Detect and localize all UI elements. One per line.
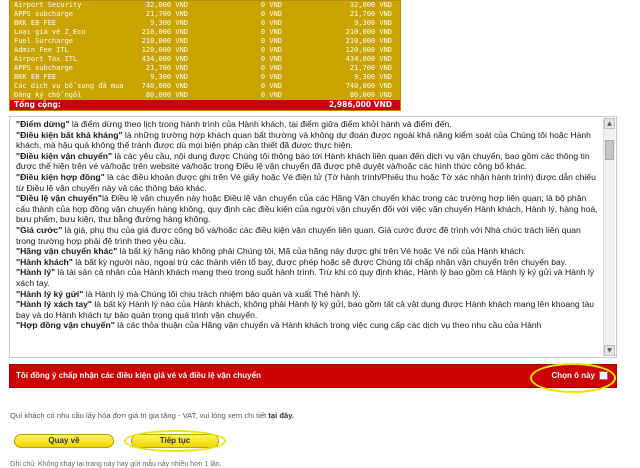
price-row-total: 80,000 VND: [349, 91, 392, 99]
continue-button[interactable]: Tiếp tục: [131, 434, 219, 448]
term-carry-on-baggage: "Hành lý xách tay" là bất kỳ Hành lý nào…: [16, 299, 595, 320]
price-row: BKK E8 FEE 9,300 VND 0 VND 9,300 VND: [10, 73, 400, 82]
price-row-total: 9,300 VND: [354, 73, 392, 81]
price-row-discount: 0 VND: [260, 28, 282, 36]
price-row-name: BKK E8 FEE: [14, 73, 57, 81]
price-row-name: Các dịch vụ bổ sung đã mua: [14, 82, 124, 90]
price-row-discount: 0 VND: [260, 10, 282, 18]
price-row-amount: 21,700 VND: [145, 64, 188, 72]
price-row-name: BKK E8 FEE: [14, 19, 57, 27]
price-row-name: Loại giá vé Z_Eco: [14, 28, 86, 36]
term-conditions-of-carriage: "Điều kiện vận chuyển" là các yêu cầu, n…: [16, 150, 590, 172]
vat-info: Quí khách có nhu cầu lấy hóa đơn giá trị…: [10, 411, 294, 420]
total-value: 2,986,000 VND: [328, 100, 392, 109]
price-row-amount: 80,000 VND: [145, 91, 188, 99]
term-checked-baggage: "Hành lý ký gửi" là Hành lý mà Chúng tôi…: [16, 288, 361, 299]
price-row: Airport Tax ITL 434,000 VND 0 VND 434,000 V…: [10, 55, 400, 64]
price-row-amount: 740,000 VND: [141, 82, 188, 90]
term-passenger: "Hành khách" là bất kỳ người nào, ngoại …: [16, 256, 567, 267]
price-row-amount: 9,300 VND: [150, 19, 188, 27]
price-row-total: 434,000 VND: [345, 55, 392, 63]
price-row-amount: 434,000 VND: [141, 55, 188, 63]
price-row-total: 210,000 VND: [345, 28, 392, 36]
price-row-amount: 21,700 VND: [145, 10, 188, 18]
price-row-name: Fuel Surcharge: [14, 37, 74, 45]
price-row: BKK E8 FEE 9,300 VND 0 VND 9,300 VND: [10, 19, 400, 28]
accept-checkbox[interactable]: [599, 371, 608, 380]
price-row-name: Đăng ký chỗ ngồi: [14, 91, 82, 99]
term-other-carrier: "Hãng vận chuyển khác" là bất kỳ hãng nà…: [16, 246, 526, 257]
price-row: Các dịch vụ bổ sung đã mua 740,000 VND 0 V…: [10, 82, 400, 91]
term-force-majeure: "Điều kiện bất khả kháng" là những trườn…: [16, 129, 591, 151]
price-row-discount: 0 VND: [260, 82, 282, 90]
accept-checkbox-area[interactable]: Chọn ô này: [551, 371, 608, 380]
price-row-amount: 210,000 VND: [141, 37, 188, 45]
price-row-amount: 32,000 VND: [145, 1, 188, 9]
price-row-discount: 0 VND: [260, 91, 282, 99]
back-button[interactable]: Quay về: [14, 434, 114, 448]
price-row-total: 740,000 VND: [345, 82, 392, 90]
price-row-total: 120,000 VND: [345, 46, 392, 54]
scroll-thumb[interactable]: [605, 140, 614, 160]
scroll-down-arrow-icon[interactable]: ▼: [604, 345, 615, 356]
price-row: Fuel Surcharge 210,000 VND 0 VND 210,000 VN…: [10, 37, 400, 46]
vat-info-text: Quí khách có nhu cầu lấy hóa đơn giá trị…: [10, 411, 269, 420]
price-row-total: 9,300 VND: [354, 19, 392, 27]
term-baggage: "Hành lý" là tài sản cá nhân của Hành kh…: [16, 267, 595, 288]
price-row: Đăng ký chỗ ngồi 80,000 VND 0 VND 80,000 VN…: [10, 91, 400, 100]
price-row-total: 21,700 VND: [349, 10, 392, 18]
price-row-total: 21,700 VND: [349, 64, 392, 72]
price-breakdown-table: Airport Security 32,000 VND 0 VND 32,000 VN…: [9, 0, 401, 111]
price-row: Airport Security 32,000 VND 0 VND 32,000 VN…: [10, 1, 400, 10]
price-row-total: 32,000 VND: [349, 1, 392, 9]
total-label: Tổng cộng:: [14, 100, 61, 109]
price-row-discount: 0 VND: [260, 19, 282, 27]
term-fare: "Giá cước" là giá, phụ thu của giá được …: [16, 224, 581, 246]
terms-box[interactable]: "Điểm dừng" là điểm dừng theo lịch trong…: [9, 116, 617, 358]
scroll-up-arrow-icon[interactable]: ▲: [604, 118, 615, 129]
price-row: APPS subcharge 21,700 VND 0 VND 21,700 VND: [10, 64, 400, 73]
price-row-discount: 0 VND: [260, 1, 282, 9]
terms-text: "Điểm dừng" là điểm dừng theo lịch trong…: [16, 119, 602, 355]
term-contract-conditions: "Điều kiện hợp đồng" là các điều khoản đ…: [16, 171, 596, 193]
price-row-name: APPS subcharge: [14, 10, 74, 18]
price-row-total: 210,000 VND: [345, 37, 392, 45]
price-rows: Airport Security 32,000 VND 0 VND 32,000 VN…: [10, 1, 400, 100]
price-row-amount: 9,300 VND: [150, 73, 188, 81]
price-row-name: Airport Security: [14, 1, 82, 9]
choose-label: Chọn ô này: [551, 371, 595, 380]
price-row: Loại giá vé Z_Eco 210,000 VND 0 VND 210,000…: [10, 28, 400, 37]
note-text: Ghi chú: Không chạy lại trang này hay gử…: [10, 461, 222, 468]
vat-info-link[interactable]: tại đây.: [268, 411, 294, 420]
price-row-discount: 0 VND: [260, 55, 282, 63]
price-row-amount: 120,000 VND: [141, 46, 188, 54]
price-row-amount: 210,000 VND: [141, 28, 188, 36]
price-row-discount: 0 VND: [260, 46, 282, 54]
terms-scrollbar[interactable]: ▲ ▼: [603, 118, 615, 356]
term-stopover: "Điểm dừng" là điểm dừng theo lịch trong…: [16, 119, 452, 129]
price-row-name: Admin Fee ITL: [14, 46, 69, 54]
accept-terms-bar: Tôi đồng ý chấp nhận các điều kiện giá v…: [9, 364, 617, 388]
term-contract-of-carriage: "Hợp đồng vận chuyển" là các thỏa thuận …: [16, 320, 542, 331]
term-carriage-regulations: "Điều lệ vận chuyển"là Điều lệ vận chuyể…: [16, 193, 598, 225]
price-row-discount: 0 VND: [260, 64, 282, 72]
price-row: Admin Fee ITL 120,000 VND 0 VND 120,000 VND: [10, 46, 400, 55]
total-row: Tổng cộng: 2,986,000 VND: [10, 100, 400, 110]
price-row: APPS subcharge 21,700 VND 0 VND 21,700 VND: [10, 10, 400, 19]
accept-terms-label: Tôi đồng ý chấp nhận các điều kiện giá v…: [16, 371, 261, 380]
price-row-name: Airport Tax ITL: [14, 55, 78, 63]
price-row-discount: 0 VND: [260, 37, 282, 45]
price-row-name: APPS subcharge: [14, 64, 74, 72]
price-row-discount: 0 VND: [260, 73, 282, 81]
